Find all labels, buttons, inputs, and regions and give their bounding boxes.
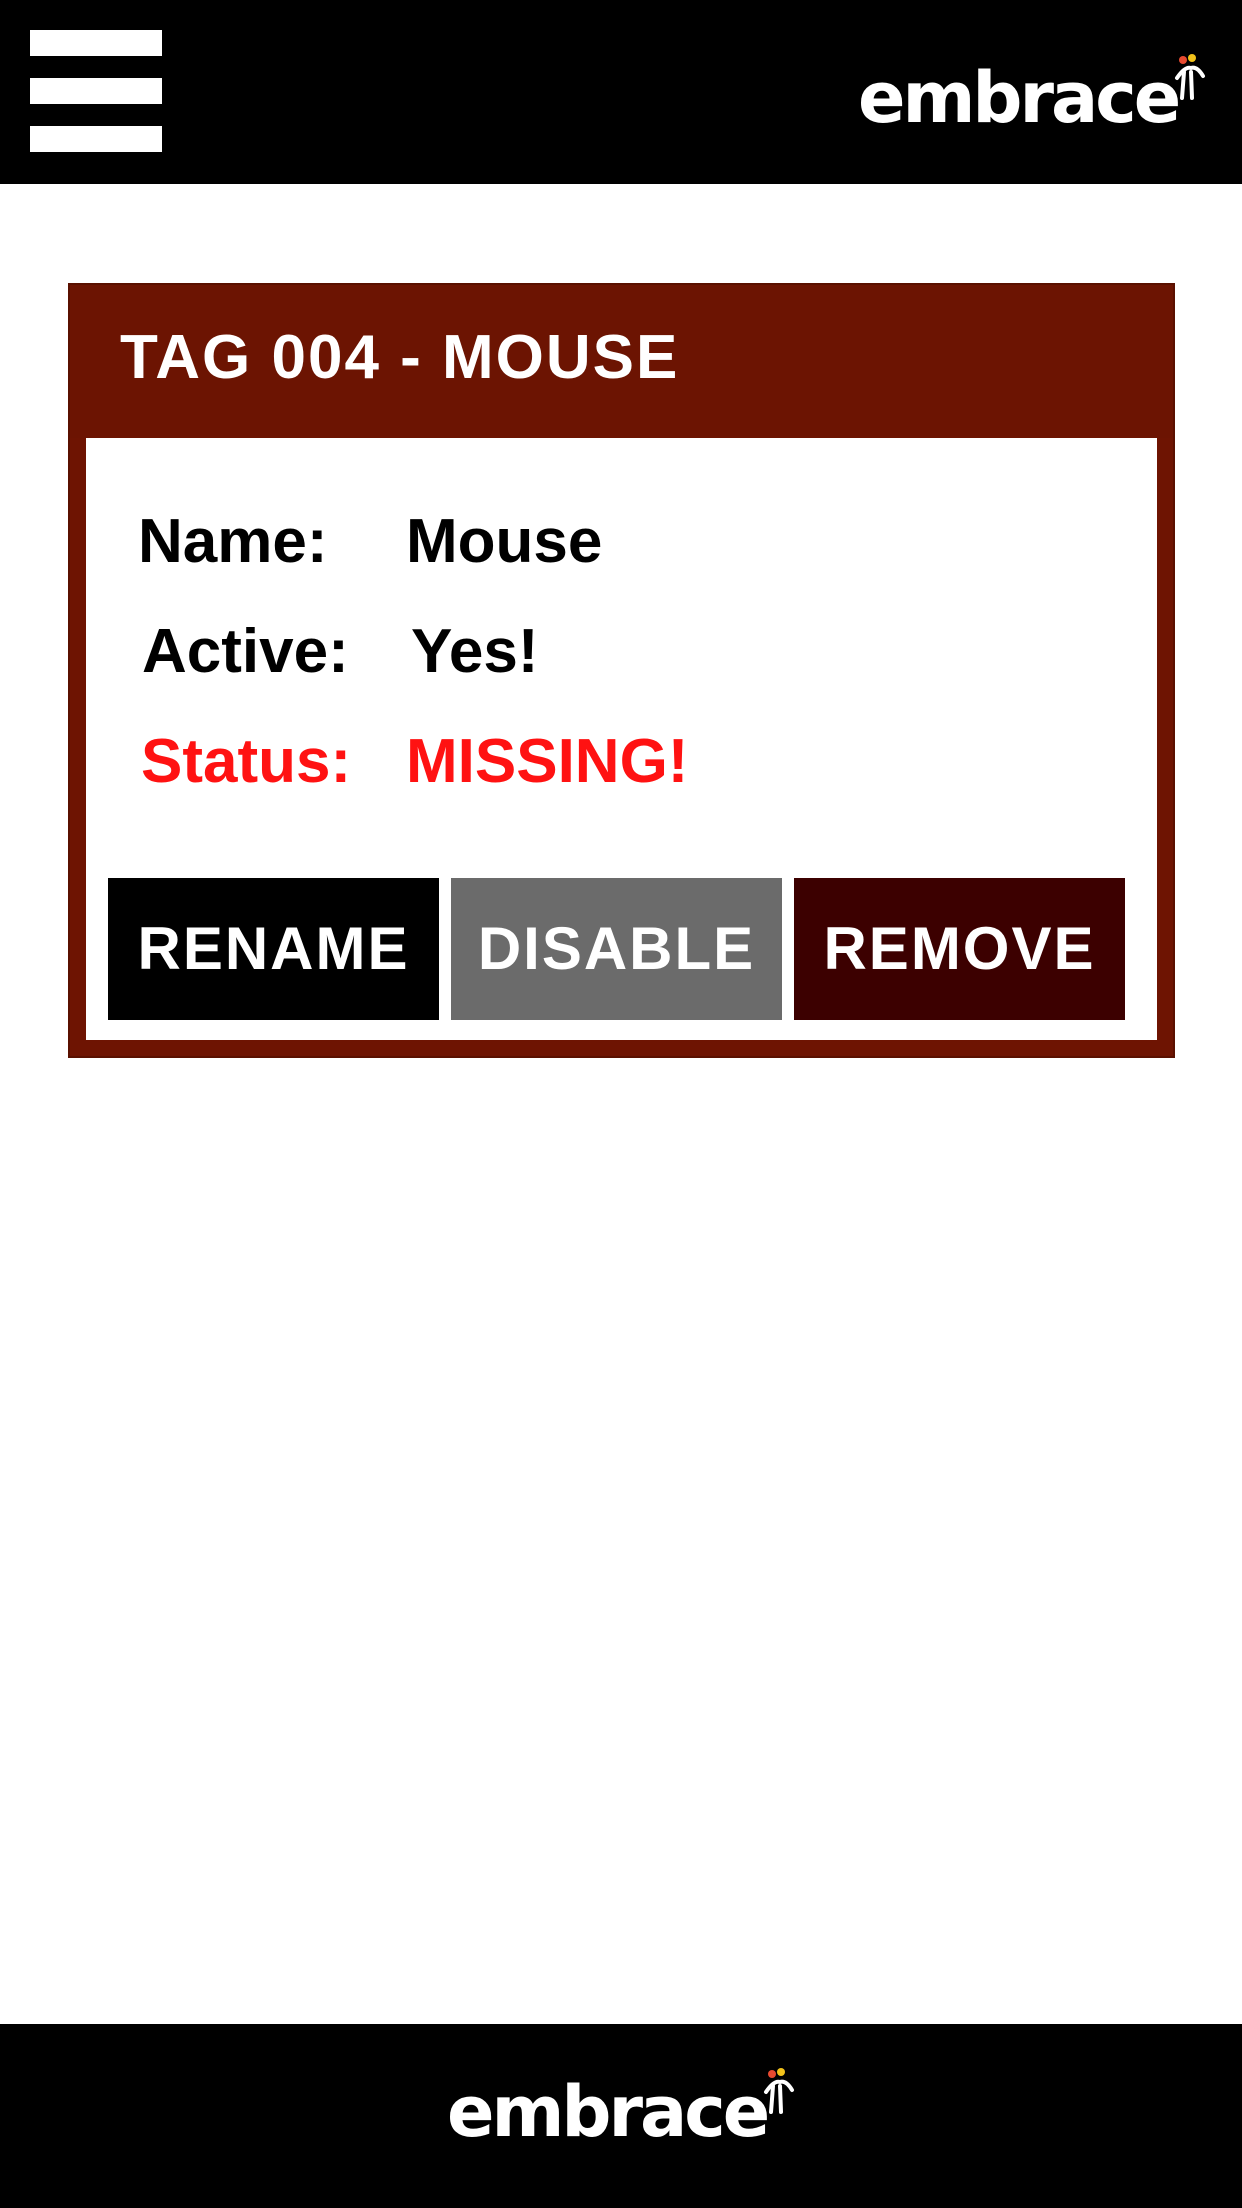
menu-bar-line — [30, 78, 162, 104]
menu-bar-line — [30, 126, 162, 152]
tag-card-header: TAG 004 - MOUSE — [70, 285, 1173, 438]
embrace-logo: embrace — [447, 2068, 794, 2146]
top-nav-bar: embrace — [0, 0, 1242, 184]
disable-button[interactable]: DISABLE — [451, 878, 782, 1020]
hamburger-menu-icon[interactable] — [30, 30, 162, 152]
svg-text:embrace: embrace — [447, 2071, 768, 2146]
status-label: Status: — [141, 727, 352, 796]
rename-button[interactable]: RENAME — [108, 878, 439, 1020]
tag-card-body: Name: Mouse Active: Yes! Status: MISSING… — [86, 438, 1157, 1040]
svg-text:embrace: embrace — [858, 57, 1179, 132]
status-value: MISSING! — [406, 727, 689, 796]
embrace-logo: embrace — [858, 54, 1205, 132]
tag-card-title: TAG 004 - MOUSE — [120, 323, 680, 392]
name-value: Mouse — [406, 507, 603, 576]
active-label: Active: — [142, 617, 349, 686]
name-label: Name: — [138, 507, 328, 576]
tag-card: TAG 004 - MOUSE Name: Mouse Active: Yes!… — [68, 283, 1175, 1058]
footer-bar: embrace — [0, 2024, 1242, 2208]
active-value: Yes! — [411, 617, 539, 686]
menu-bar-line — [30, 30, 162, 56]
remove-button[interactable]: REMOVE — [794, 878, 1125, 1020]
